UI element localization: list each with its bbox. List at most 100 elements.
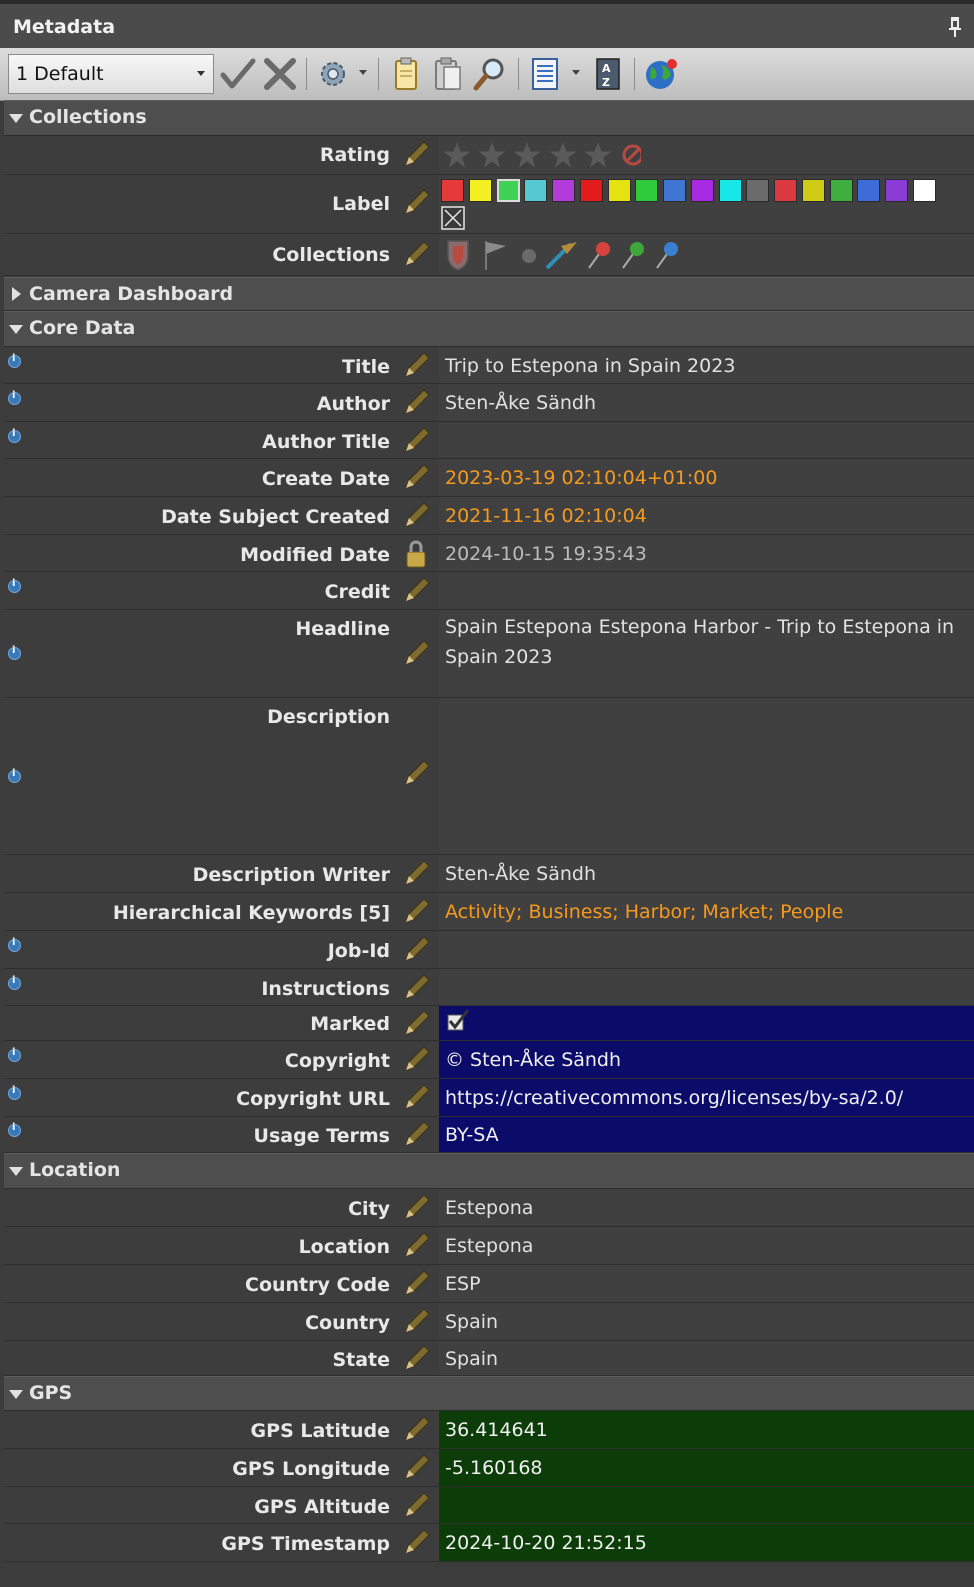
rating-value[interactable] (439, 136, 974, 174)
copyright-url-field[interactable]: https://creativecommons.org/licenses/by-… (439, 1079, 974, 1116)
section-collections[interactable]: Collections (4, 100, 974, 136)
info-icon[interactable] (8, 1047, 21, 1062)
edit-pencil-icon[interactable] (400, 1343, 432, 1375)
copyright-field[interactable]: © Sten-Åke Sändh (439, 1041, 974, 1078)
clipboard-copy-icon[interactable] (388, 57, 424, 91)
location-field[interactable]: Estepona (439, 1227, 974, 1264)
label-color-swatch[interactable] (552, 179, 575, 202)
hierarchical-keywords-field[interactable]: Activity; Business; Harbor; Market; Peop… (439, 893, 974, 930)
gear-dropdown-icon[interactable] (359, 70, 367, 75)
clipboard-paste-icon[interactable] (430, 57, 466, 91)
edit-pencil-icon[interactable] (400, 462, 432, 494)
label-color-swatch[interactable] (885, 179, 908, 202)
gps-longitude-field[interactable]: -5.160168 (439, 1449, 974, 1486)
headline-field[interactable]: Spain Estepona Estepona Harbor - Trip to… (439, 610, 974, 697)
description-field[interactable] (439, 698, 974, 854)
info-icon[interactable] (8, 578, 21, 593)
apply-check-icon[interactable] (220, 57, 256, 91)
author-title-field[interactable] (439, 422, 974, 458)
country-code-field[interactable]: ESP (439, 1265, 974, 1302)
edit-pencil-icon[interactable] (400, 1268, 432, 1300)
label-color-swatch[interactable] (913, 179, 936, 202)
info-icon[interactable] (8, 768, 21, 783)
gps-altitude-field[interactable] (439, 1487, 974, 1523)
create-date-field[interactable]: 2023-03-19 02:10:04+01:00 (439, 459, 974, 496)
cancel-x-icon[interactable] (262, 57, 298, 91)
info-icon[interactable] (8, 937, 21, 952)
preset-dropdown[interactable]: 1 Default (8, 54, 214, 94)
gear-icon[interactable] (316, 57, 352, 91)
label-color-swatch[interactable] (524, 179, 547, 202)
edit-pencil-icon[interactable] (400, 239, 432, 271)
label-color-swatch[interactable] (802, 179, 825, 202)
edit-pencil-icon[interactable] (400, 387, 432, 419)
edit-pencil-icon[interactable] (400, 1008, 432, 1040)
label-color-swatch[interactable] (441, 179, 464, 202)
edit-pencil-icon[interactable] (400, 1082, 432, 1114)
state-field[interactable]: Spain (439, 1341, 974, 1375)
label-color-swatch[interactable] (608, 179, 631, 202)
info-icon[interactable] (8, 975, 21, 990)
edit-pencil-icon[interactable] (400, 638, 432, 670)
modified-date-field[interactable]: 2024-10-15 19:35:43 (439, 535, 974, 571)
edit-pencil-icon[interactable] (400, 1414, 432, 1446)
country-field[interactable]: Spain (439, 1303, 974, 1340)
marked-field[interactable] (439, 1006, 974, 1040)
label-color-swatch[interactable] (857, 179, 880, 202)
info-icon[interactable] (8, 428, 21, 443)
edit-pencil-icon[interactable] (400, 1527, 432, 1559)
edit-pencil-icon[interactable] (400, 1230, 432, 1262)
label-color-swatch[interactable] (830, 179, 853, 202)
edit-pencil-icon[interactable] (400, 972, 432, 1004)
edit-pencil-icon[interactable] (400, 858, 432, 890)
job-id-field[interactable] (439, 931, 974, 968)
label-color-swatch[interactable] (746, 179, 769, 202)
marked-checkbox-icon[interactable] (445, 1008, 471, 1034)
label-color-swatch[interactable] (719, 179, 742, 202)
edit-pencil-icon[interactable] (400, 1119, 432, 1151)
edit-pencil-icon[interactable] (400, 1306, 432, 1338)
label-color-swatch[interactable] (774, 179, 797, 202)
globe-icon[interactable] (643, 57, 679, 91)
info-icon[interactable] (8, 353, 21, 368)
edit-pencil-icon[interactable] (400, 1452, 432, 1484)
section-camera-dashboard[interactable]: Camera Dashboard (4, 277, 974, 311)
copyright-url-link[interactable]: https://creativecommons.org/licenses/by-… (445, 1087, 903, 1109)
gps-timestamp-field[interactable]: 2024-10-20 21:52:15 (439, 1524, 974, 1561)
edit-pencil-icon[interactable] (400, 350, 432, 382)
edit-pencil-icon[interactable] (400, 425, 432, 457)
edit-pencil-icon[interactable] (400, 1044, 432, 1076)
layout-list-icon[interactable] (528, 57, 564, 91)
edit-pencil-icon[interactable] (400, 187, 432, 219)
label-color-swatch[interactable] (497, 179, 520, 202)
edit-pencil-icon[interactable] (400, 575, 432, 607)
label-color-swatch[interactable] (635, 179, 658, 202)
info-icon[interactable] (8, 645, 21, 660)
author-field[interactable]: Sten-Åke Sändh (439, 384, 974, 421)
credit-field[interactable] (439, 572, 974, 609)
edit-pencil-icon[interactable] (400, 139, 432, 171)
layout-dropdown-icon[interactable] (572, 70, 580, 75)
pin-icon[interactable] (948, 16, 962, 38)
edit-pencil-icon[interactable] (400, 934, 432, 966)
description-writer-field[interactable]: Sten-Åke Sändh (439, 855, 974, 892)
city-field[interactable]: Estepona (439, 1189, 974, 1226)
edit-pencil-icon[interactable] (400, 896, 432, 928)
info-icon[interactable] (8, 1085, 21, 1100)
gps-latitude-field[interactable]: 36.414641 (439, 1411, 974, 1448)
instructions-field[interactable] (439, 969, 974, 1005)
edit-pencil-icon[interactable] (400, 500, 432, 532)
collection-icons[interactable] (443, 238, 693, 272)
label-color-swatch[interactable] (580, 179, 603, 202)
edit-pencil-icon[interactable] (400, 1192, 432, 1224)
info-icon[interactable] (8, 1122, 21, 1137)
no-label-icon[interactable] (441, 206, 465, 230)
search-icon[interactable] (472, 57, 508, 91)
section-gps[interactable]: GPS (4, 1376, 974, 1411)
edit-pencil-icon[interactable] (400, 758, 432, 790)
section-location[interactable]: Location (4, 1153, 974, 1189)
title-field[interactable]: Trip to Estepona in Spain 2023 (439, 347, 974, 383)
rating-stars[interactable] (441, 139, 641, 171)
label-color-swatch[interactable] (691, 179, 714, 202)
info-icon[interactable] (8, 390, 21, 405)
